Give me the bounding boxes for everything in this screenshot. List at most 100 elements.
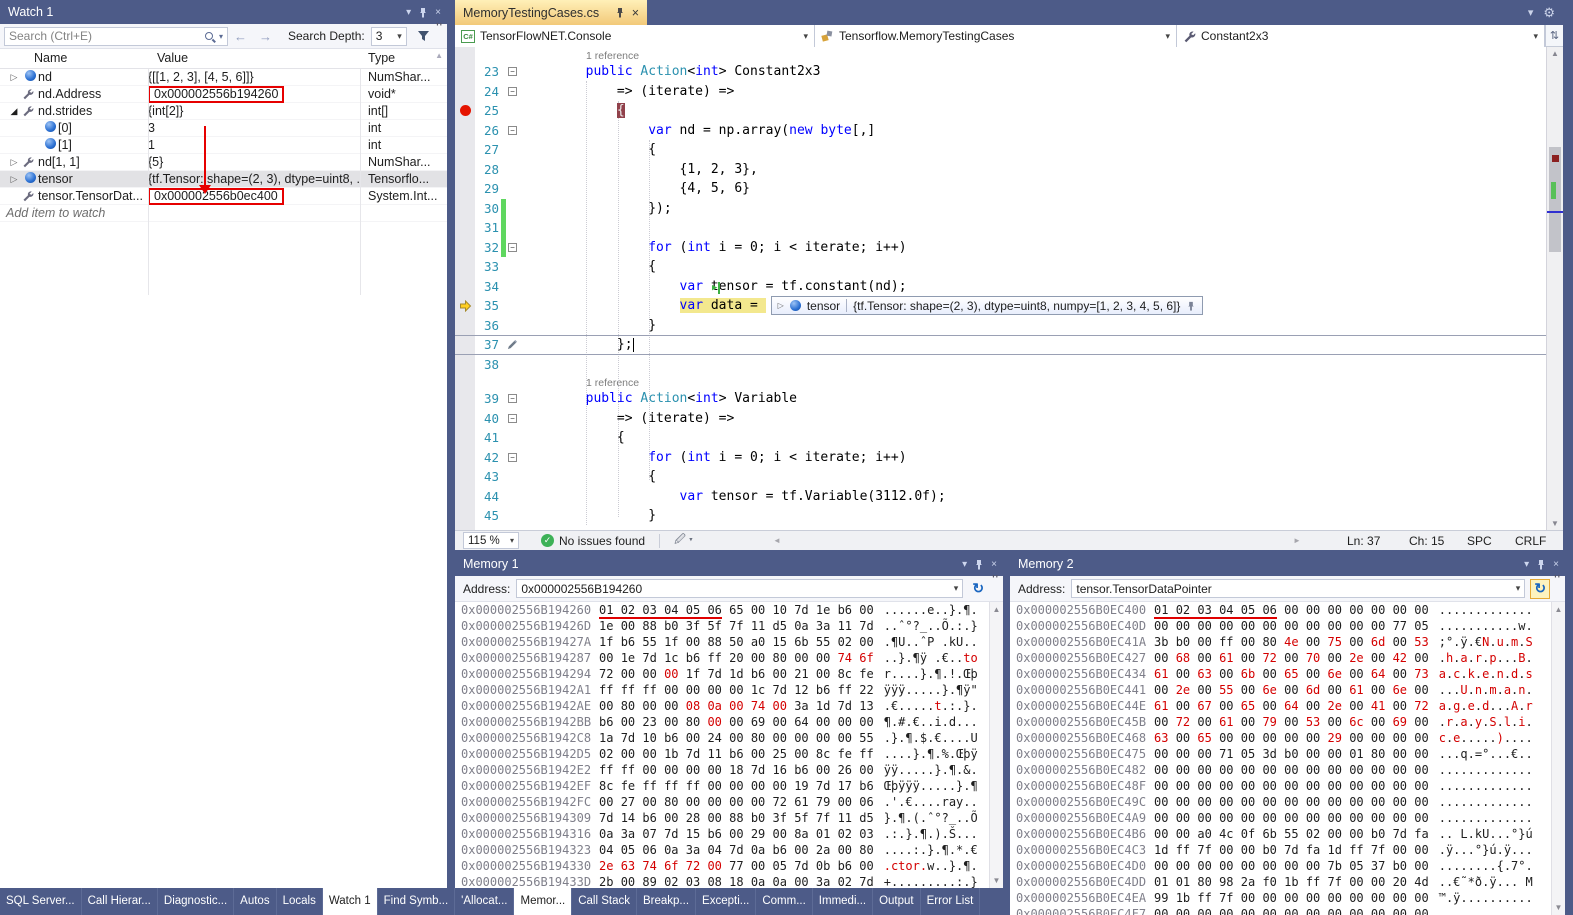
code-text[interactable]: };	[519, 337, 634, 352]
code-text[interactable]: }	[519, 508, 656, 523]
memory1-title-bar[interactable]: Memory 1 ▾ ×	[455, 552, 1003, 576]
code-text[interactable]: for (int i = 0; i < iterate; i++)	[519, 450, 907, 465]
bottom-tab-autos[interactable]: Autos	[234, 888, 276, 915]
glyph-margin[interactable]	[455, 257, 475, 277]
code-line[interactable]: 29 {4, 5, 6}	[455, 179, 1546, 199]
memory-row[interactable]: 0x000002556B0EC4C31d ff 7f 00 00 b0 7d f…	[1016, 842, 1551, 858]
memory2-hex-view[interactable]: 0x000002556B0EC40001 02 03 04 05 06 00 0…	[1016, 602, 1551, 915]
expander-icon[interactable]: ▷	[6, 72, 22, 83]
search-dropdown-icon[interactable]: ▾	[219, 32, 223, 41]
watch-row[interactable]: Add item to watch	[0, 205, 447, 222]
code-line[interactable]: 37 };	[455, 335, 1546, 355]
expander-icon[interactable]: ▷	[6, 174, 22, 185]
bottom-tab-output[interactable]: Output	[873, 888, 921, 915]
glyph-margin[interactable]	[455, 506, 475, 526]
memory-row[interactable]: 0x000002556B0EC48200 00 00 00 00 00 00 0…	[1016, 762, 1551, 778]
column-header-type[interactable]: Type	[368, 51, 395, 65]
code-text[interactable]: {4, 5, 6}	[519, 181, 750, 196]
memory-row[interactable]: 0x000002556B0EC41A3b b0 00 ff 00 80 4e 0…	[1016, 634, 1551, 650]
column-separator[interactable]	[148, 69, 149, 295]
code-line[interactable]: 45 }	[455, 506, 1546, 526]
memory-row[interactable]: 0x000002556B19429472 00 00 00 1f 7d 1d b…	[461, 666, 989, 682]
code-text[interactable]: }	[519, 318, 656, 333]
column-header-name[interactable]: Name	[34, 51, 67, 65]
fold-margin[interactable]: −	[506, 87, 519, 96]
memory2-address-input[interactable]: tensor.TensorDataPointer ▾	[1071, 579, 1525, 598]
glyph-margin[interactable]	[455, 199, 475, 219]
codelens-references[interactable]: 1 reference	[586, 377, 639, 389]
bottom-tab-allocat[interactable]: 'Allocat...	[455, 888, 514, 915]
glyph-margin[interactable]	[455, 487, 475, 507]
memory-row[interactable]: 0x000002556B1942AE00 80 00 00 08 0a 00 7…	[461, 698, 989, 714]
code-text[interactable]: {	[519, 469, 656, 484]
bottom-tab-error-list[interactable]: Error List	[921, 888, 981, 915]
memory-row[interactable]: 0x000002556B1943302e 63 74 6f 72 00 77 0…	[461, 858, 989, 874]
collapse-icon[interactable]: −	[508, 67, 517, 76]
fold-margin[interactable]: −	[506, 67, 519, 76]
memory-row[interactable]: 0x000002556B1942E2ff ff 00 00 00 00 18 7…	[461, 762, 989, 778]
codelens-references[interactable]: 1 reference	[586, 50, 639, 62]
glyph-margin[interactable]	[455, 448, 475, 468]
scroll-down-icon[interactable]: ▼	[1547, 519, 1563, 528]
watch-row[interactable]: ▷tensor{tf.Tensor: shape=(2, 3), dtype=u…	[0, 171, 447, 188]
glyph-margin[interactable]	[455, 179, 475, 199]
fold-margin[interactable]: −	[506, 414, 519, 423]
code-line[interactable]: 42− for (int i = 0; i < iterate; i++)	[455, 448, 1546, 468]
code-text[interactable]: {	[519, 142, 656, 157]
glyph-margin[interactable]	[455, 316, 475, 336]
code-line[interactable]: 41 {	[455, 428, 1546, 448]
memory-row[interactable]: 0x000002556B1943160a 3a 07 7d 15 b6 00 2…	[461, 826, 989, 842]
memory2-title-bar[interactable]: Memory 2 ▾ ×	[1010, 552, 1565, 576]
watch-row-value-cell[interactable]: {tf.Tensor: shape=(2, 3), dtype=uint8, .…	[148, 172, 360, 186]
memory-row[interactable]: 0x000002556B1942C81a 7d 10 b6 00 24 00 8…	[461, 730, 989, 746]
expander-icon[interactable]: ▷	[778, 301, 784, 310]
memory-row[interactable]: 0x000002556B0EC4B600 00 a0 4c 0f 6b 55 0…	[1016, 826, 1551, 842]
glyph-margin[interactable]	[455, 101, 475, 121]
fold-margin[interactable]: −	[506, 394, 519, 403]
pin-icon[interactable]	[1536, 559, 1546, 570]
code-line[interactable]: 33 {	[455, 257, 1546, 277]
code-line[interactable]: 40− => (iterate) =>	[455, 409, 1546, 429]
memory-row[interactable]: 0x000002556B0EC4A900 00 00 00 00 00 00 0…	[1016, 810, 1551, 826]
bottom-tab-locals[interactable]: Locals	[277, 888, 323, 915]
filter-icon[interactable]	[417, 30, 430, 42]
code-text[interactable]: {1, 2, 3},	[519, 162, 758, 177]
bottom-tab-diagnostic[interactable]: Diagnostic...	[158, 888, 234, 915]
editor-vertical-scrollbar[interactable]: ▲ ▼	[1546, 47, 1563, 530]
glyph-margin[interactable]	[455, 218, 475, 238]
memory2-scrollbar[interactable]: ▲ ▼	[1551, 602, 1565, 915]
code-text[interactable]: var data = ▷tensor{tf.Tensor: shape=(2, …	[519, 296, 1203, 315]
memory-row[interactable]: 0x000002556B0EC4F700 00 00 00 00 00 00 0…	[1016, 906, 1551, 915]
watch-row[interactable]: ◢nd.strides{int[2]}int[]	[0, 103, 447, 120]
hscroll-left-icon[interactable]: ◄	[773, 536, 781, 545]
memory-row[interactable]: 0x000002556B1943097d 14 b6 00 28 00 88 b…	[461, 810, 989, 826]
memory-row[interactable]: 0x000002556B1942EF8c fe ff ff ff 00 00 0…	[461, 778, 989, 794]
memory-row[interactable]: 0x000002556B0EC48F00 00 00 00 00 00 00 0…	[1016, 778, 1551, 794]
code-line[interactable]: 38	[455, 355, 1546, 375]
watch-row[interactable]: ▷nd[1, 1]{5}NumShar...	[0, 154, 447, 171]
pin-icon[interactable]	[974, 559, 984, 570]
memory-row[interactable]: 0x000002556B0EC46863 00 65 00 00 00 00 0…	[1016, 730, 1551, 746]
memory-row[interactable]: 0x000002556B19427A1f b6 55 1f 00 88 50 a…	[461, 634, 989, 650]
back-arrow-icon[interactable]: ←	[234, 29, 247, 44]
code-text[interactable]: var tensor = tf.Variable(3112.0f);	[519, 489, 946, 504]
gear-icon[interactable]: ⚙	[1543, 5, 1555, 21]
code-text[interactable]: });	[519, 201, 672, 216]
watch-row[interactable]: [1]1int	[0, 137, 447, 154]
refresh-icon[interactable]: ↻	[1530, 579, 1550, 599]
bottom-tab-immedi[interactable]: Immedi...	[813, 888, 873, 915]
project-dropdown[interactable]: C# TensorFlowNET.Console ▾	[455, 25, 815, 47]
code-cleanup-icon[interactable]: 🖉 ▾	[674, 531, 693, 550]
scroll-down-icon[interactable]: ▼	[990, 876, 1003, 885]
glyph-margin[interactable]	[455, 160, 475, 180]
scroll-up-icon[interactable]: ▲	[990, 605, 1003, 614]
watch-row[interactable]: nd.Address0x000002556b194260void*	[0, 86, 447, 103]
fold-margin[interactable]	[506, 339, 519, 350]
code-line[interactable]: 35 var data = ▷tensor{tf.Tensor: shape=(…	[455, 296, 1546, 316]
fold-margin[interactable]: −	[506, 243, 519, 252]
memory-row[interactable]: 0x000002556B19433D2b 00 89 02 03 08 18 0…	[461, 874, 989, 888]
watch-row-value-cell[interactable]: 0x000002556b194260	[148, 86, 360, 103]
code-line[interactable]: 43 {	[455, 467, 1546, 487]
bottom-tab-comm[interactable]: Comm...	[756, 888, 812, 915]
expander-icon[interactable]: ◢	[6, 106, 22, 117]
